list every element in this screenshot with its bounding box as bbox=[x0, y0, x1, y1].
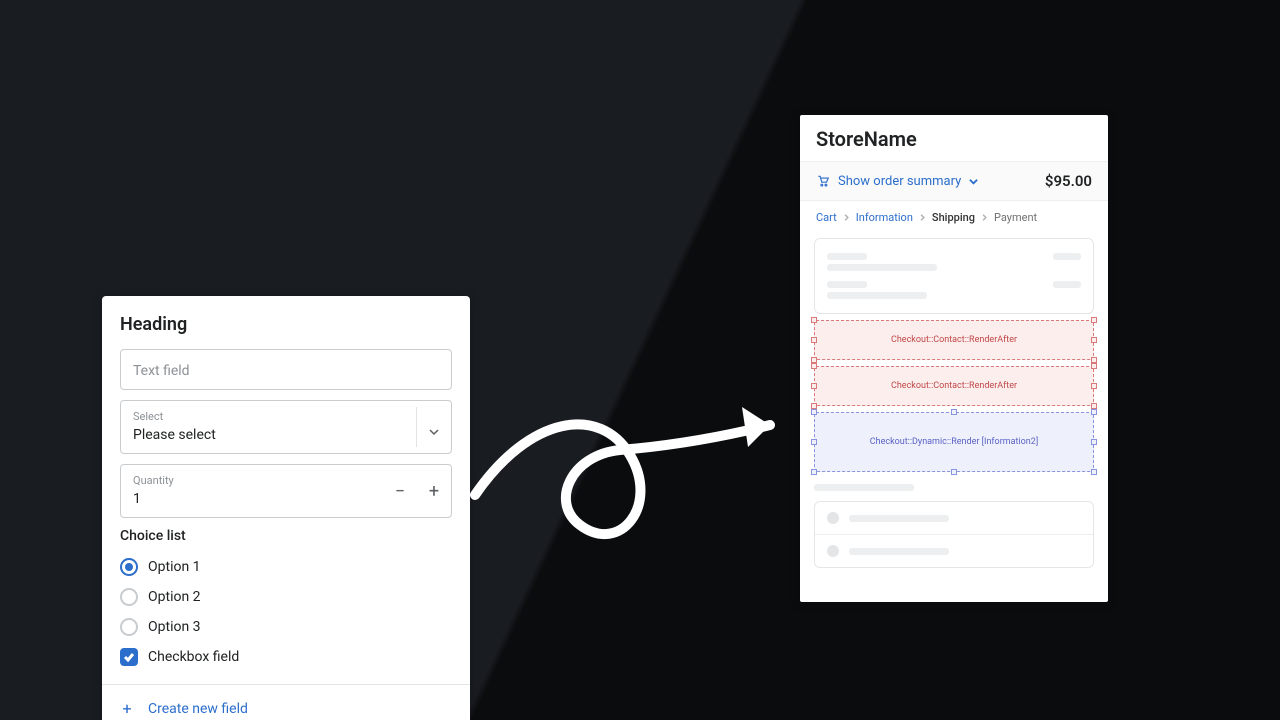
chevron-right-icon bbox=[981, 214, 988, 221]
checkout-preview: StoreName Show order summary $95.00 Cart… bbox=[800, 115, 1108, 602]
checkbox-field[interactable]: Checkbox field bbox=[120, 642, 452, 672]
extension-slot-label: Checkout::Dynamic::Render [Information2] bbox=[870, 437, 1038, 447]
create-new-field-label: Create new field bbox=[148, 701, 248, 717]
text-field-placeholder: Text field bbox=[133, 363, 190, 379]
checkout-breadcrumbs: Cart Information Shipping Payment bbox=[800, 201, 1108, 234]
contact-summary-card bbox=[814, 238, 1094, 314]
choice-option-1[interactable]: Option 1 bbox=[120, 552, 452, 582]
radio-icon bbox=[827, 545, 839, 557]
checkbox-icon bbox=[120, 648, 138, 666]
create-new-field-button[interactable]: + Create new field bbox=[120, 685, 452, 720]
choice-option-label: Option 2 bbox=[148, 589, 201, 605]
order-total: $95.00 bbox=[1045, 172, 1092, 190]
chevron-right-icon bbox=[919, 214, 926, 221]
extension-slot-blue[interactable]: Checkout::Dynamic::Render [Information2] bbox=[814, 412, 1094, 472]
stepper-minus-button[interactable]: − bbox=[383, 465, 417, 517]
extension-slot-red-2[interactable]: Checkout::Contact::RenderAfter bbox=[814, 366, 1094, 406]
select-label: Select bbox=[133, 411, 411, 422]
order-summary-label: Show order summary bbox=[838, 174, 961, 189]
radio-icon bbox=[120, 618, 138, 636]
stepper-plus-button[interactable]: + bbox=[417, 465, 451, 517]
quantity-stepper[interactable]: Quantity 1 − + bbox=[120, 464, 452, 518]
select-divider bbox=[416, 407, 417, 447]
text-field-input[interactable]: Text field bbox=[120, 349, 452, 390]
shipping-method-option[interactable] bbox=[815, 502, 1093, 534]
select-input[interactable]: Select Please select bbox=[120, 400, 452, 454]
chevron-right-icon bbox=[843, 214, 850, 221]
chevron-down-icon bbox=[969, 177, 978, 186]
shipping-method-section bbox=[814, 484, 1094, 568]
checkbox-label: Checkbox field bbox=[148, 649, 239, 665]
order-summary-bar: Show order summary $95.00 bbox=[800, 161, 1108, 201]
select-value: Please select bbox=[133, 427, 216, 443]
choice-option-label: Option 1 bbox=[148, 559, 201, 575]
chevron-down-icon bbox=[429, 422, 439, 432]
quantity-value: 1 bbox=[133, 491, 141, 507]
shipping-method-option[interactable] bbox=[815, 534, 1093, 567]
extension-slot-label: Checkout::Contact::RenderAfter bbox=[891, 335, 1017, 345]
form-heading: Heading bbox=[120, 314, 452, 335]
radio-icon bbox=[120, 558, 138, 576]
breadcrumb-cart[interactable]: Cart bbox=[816, 211, 837, 224]
quantity-label: Quantity bbox=[133, 475, 381, 486]
choice-option-label: Option 3 bbox=[148, 619, 201, 635]
skeleton-bar bbox=[849, 515, 949, 522]
breadcrumb-payment: Payment bbox=[994, 211, 1037, 224]
extension-slot-red-1[interactable]: Checkout::Contact::RenderAfter bbox=[814, 320, 1094, 360]
choice-list-label: Choice list bbox=[120, 528, 452, 544]
breadcrumb-information[interactable]: Information bbox=[856, 211, 913, 224]
store-name: StoreName bbox=[800, 115, 1108, 161]
breadcrumb-shipping: Shipping bbox=[932, 211, 975, 224]
radio-icon bbox=[120, 588, 138, 606]
show-order-summary-toggle[interactable]: Show order summary bbox=[816, 174, 978, 189]
skeleton-bar bbox=[849, 548, 949, 555]
choice-option-2[interactable]: Option 2 bbox=[120, 582, 452, 612]
form-builder-panel: Heading Text field Select Please select … bbox=[102, 296, 470, 720]
plus-icon: + bbox=[120, 699, 134, 718]
choice-option-3[interactable]: Option 3 bbox=[120, 612, 452, 642]
shipping-method-card bbox=[814, 501, 1094, 568]
cart-icon bbox=[816, 174, 830, 188]
radio-icon bbox=[827, 512, 839, 524]
arrow-illustration bbox=[470, 395, 810, 565]
extension-slot-label: Checkout::Contact::RenderAfter bbox=[891, 381, 1017, 391]
